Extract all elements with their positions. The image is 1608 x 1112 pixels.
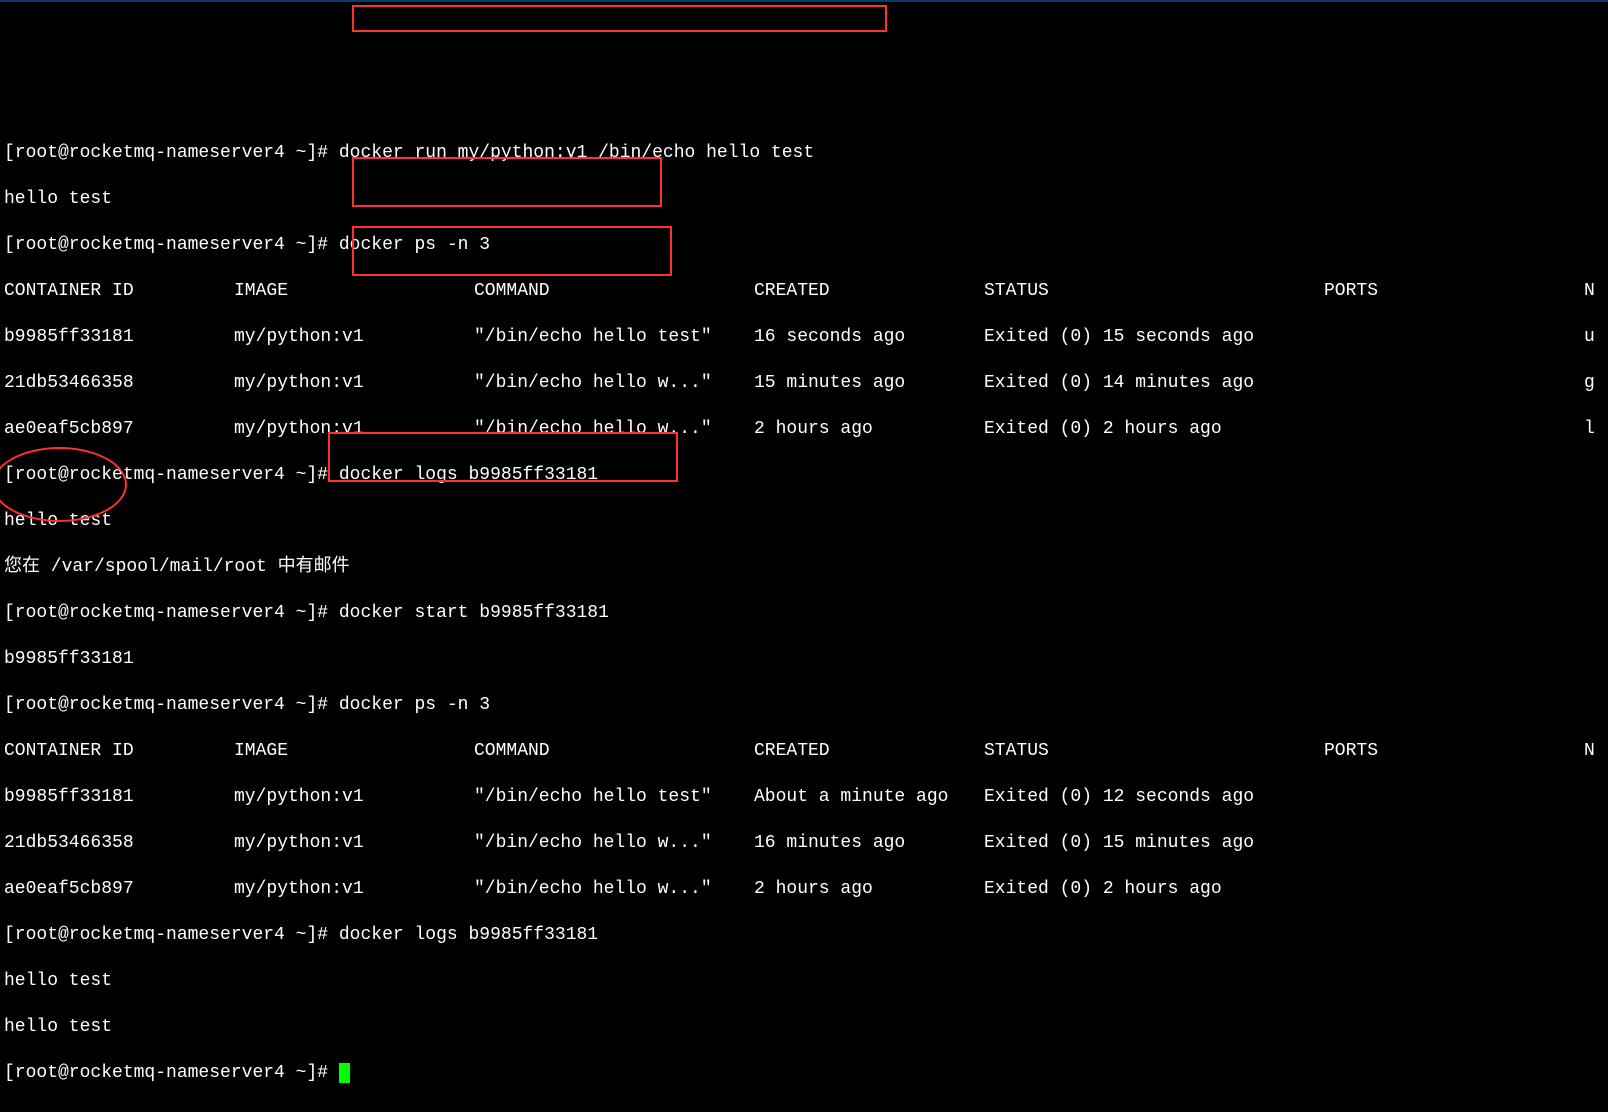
col-names: N: [1584, 741, 1595, 761]
table-row: 21db53466358my/python:v1"/bin/echo hello…: [4, 832, 1608, 855]
mail-notice: 您在 /var/spool/mail/root 中有邮件: [4, 556, 1608, 579]
col-names: N: [1584, 281, 1595, 301]
command-text: docker logs b9985ff33181: [328, 465, 598, 485]
output-line: hello test: [4, 1016, 1608, 1039]
col-created: CREATED: [754, 280, 984, 303]
table-header: CONTAINER IDIMAGECOMMANDCREATEDSTATUSPOR…: [4, 740, 1608, 763]
output-line: hello test: [4, 510, 1608, 533]
output-line: b9985ff33181: [4, 648, 1608, 671]
prompt-line: [root@rocketmq-nameserver4 ~]# docker lo…: [4, 924, 1608, 947]
col-image: IMAGE: [234, 280, 474, 303]
shell-prompt: [root@rocketmq-nameserver4 ~]#: [4, 235, 328, 255]
command-text: docker start b9985ff33181: [328, 603, 609, 623]
shell-prompt: [root@rocketmq-nameserver4 ~]#: [4, 603, 328, 623]
table-row: b9985ff33181my/python:v1"/bin/echo hello…: [4, 786, 1608, 809]
col-created: CREATED: [754, 740, 984, 763]
shell-prompt: [root@rocketmq-nameserver4 ~]#: [4, 925, 328, 945]
table-row: 21db53466358my/python:v1"/bin/echo hello…: [4, 372, 1608, 395]
shell-prompt: [root@rocketmq-nameserver4 ~]#: [4, 143, 328, 163]
table-row: ae0eaf5cb897my/python:v1"/bin/echo hello…: [4, 878, 1608, 901]
table-header: CONTAINER IDIMAGECOMMANDCREATEDSTATUSPOR…: [4, 280, 1608, 303]
prompt-line: [root@rocketmq-nameserver4 ~]# docker lo…: [4, 464, 1608, 487]
cursor-icon: [339, 1063, 350, 1083]
col-image: IMAGE: [234, 740, 474, 763]
col-command: COMMAND: [474, 740, 754, 763]
annotation-box: [352, 5, 887, 32]
col-status: STATUS: [984, 280, 1324, 303]
col-ports: PORTS: [1324, 280, 1584, 303]
table-row: b9985ff33181my/python:v1"/bin/echo hello…: [4, 326, 1608, 349]
col-container-id: CONTAINER ID: [4, 740, 234, 763]
output-line: hello test: [4, 188, 1608, 211]
prompt-line: [root@rocketmq-nameserver4 ~]# docker ps…: [4, 234, 1608, 257]
terminal-output[interactable]: [root@rocketmq-nameserver4 ~]# docker ru…: [0, 94, 1608, 1112]
command-text: docker run my/python:v1 /bin/echo hello …: [328, 143, 814, 163]
shell-prompt: [root@rocketmq-nameserver4 ~]#: [4, 465, 328, 485]
prompt-line: [root@rocketmq-nameserver4 ~]# docker ru…: [4, 142, 1608, 165]
shell-prompt: [root@rocketmq-nameserver4 ~]#: [4, 1063, 328, 1083]
command-text: docker ps -n 3: [328, 235, 490, 255]
col-ports: PORTS: [1324, 740, 1584, 763]
table-row: ae0eaf5cb897my/python:v1"/bin/echo hello…: [4, 418, 1608, 441]
command-text: docker ps -n 3: [328, 695, 490, 715]
prompt-line: [root@rocketmq-nameserver4 ~]# docker ps…: [4, 694, 1608, 717]
col-status: STATUS: [984, 740, 1324, 763]
prompt-line: [root@rocketmq-nameserver4 ~]# docker st…: [4, 602, 1608, 625]
output-line: hello test: [4, 970, 1608, 993]
command-text: docker logs b9985ff33181: [328, 925, 598, 945]
prompt-line[interactable]: [root@rocketmq-nameserver4 ~]#: [4, 1062, 1608, 1085]
col-container-id: CONTAINER ID: [4, 280, 234, 303]
col-command: COMMAND: [474, 280, 754, 303]
shell-prompt: [root@rocketmq-nameserver4 ~]#: [4, 695, 328, 715]
